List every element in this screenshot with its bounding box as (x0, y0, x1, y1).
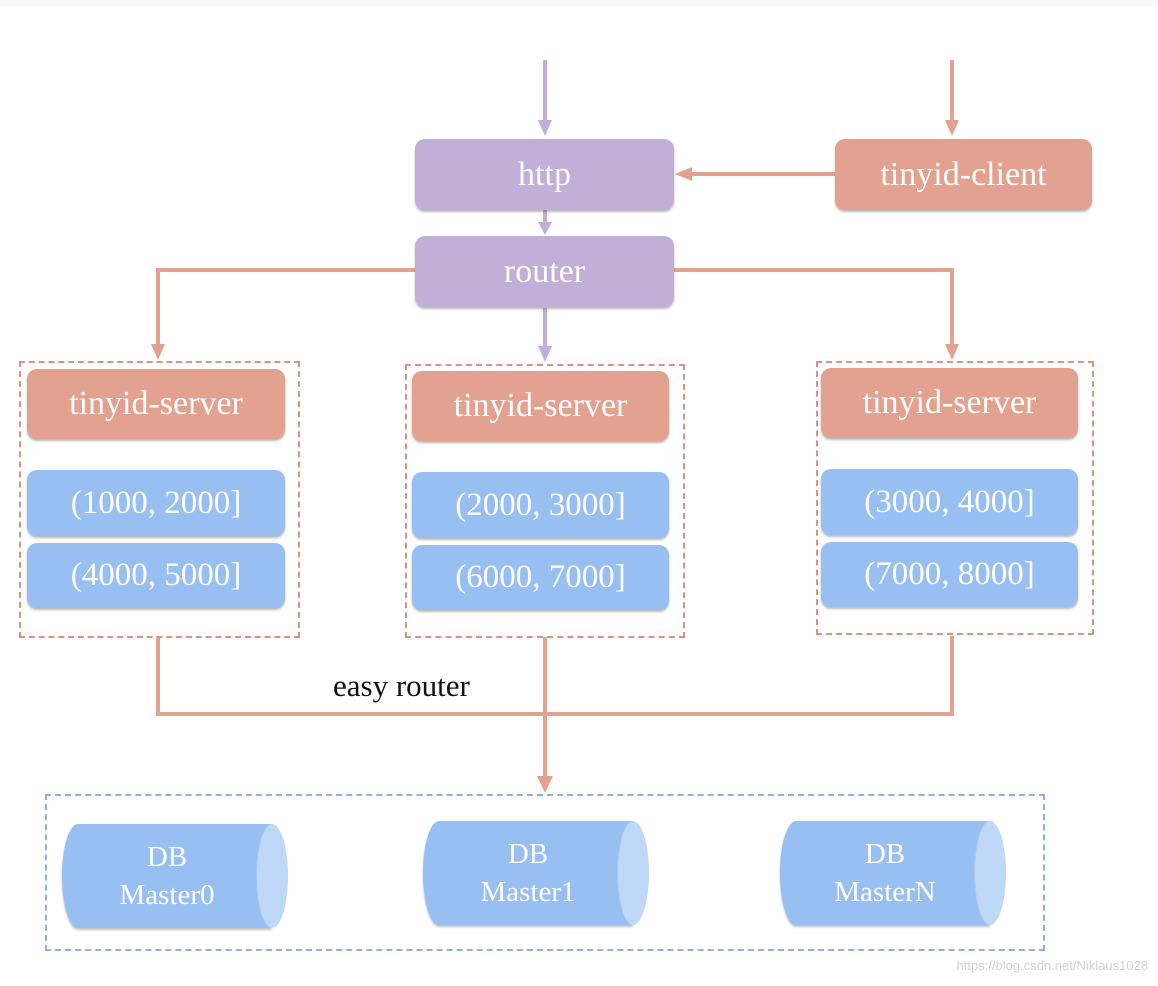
range-0-0-label: (1000, 2000] (70, 484, 242, 521)
tinyid-client-label: tinyid-client (880, 155, 1047, 193)
range-2-1-label: (7000, 8000] (864, 556, 1035, 592)
tinyid-client-node: tinyid-client (835, 139, 1092, 210)
db-master-0-label: DB Master0 (62, 824, 272, 928)
arrow-router-to-server-2 (674, 268, 954, 348)
range-2-0: (3000, 4000] (821, 469, 1078, 535)
db-master-1: DB Master1 (423, 821, 649, 925)
db-master-n-label: DB MasterN (780, 821, 990, 925)
arrowhead-client-to-http (675, 167, 692, 181)
easy-router-label: easy router (333, 668, 470, 703)
db-master-1-line1: DB (507, 838, 549, 870)
range-1-0: (2000, 3000] (412, 472, 669, 538)
tinyid-server-1-label: tinyid-server (453, 387, 628, 424)
arrowhead-into-db-group (537, 776, 553, 793)
range-0-0: (1000, 2000] (27, 470, 285, 536)
arrowhead-router-to-server-2 (945, 344, 959, 360)
http-node: http (415, 139, 674, 210)
range-1-0-label: (2000, 3000] (455, 486, 626, 523)
db-master-0-line2: Master0 (119, 879, 215, 911)
db-master-0-line1: DB (146, 841, 188, 873)
db-master-0: DB Master0 (62, 824, 288, 928)
range-2-0-label: (3000, 4000] (864, 483, 1035, 520)
db-master-1-line2: Master1 (480, 876, 576, 908)
router-node-label: router (503, 252, 586, 290)
db-master-1-label: DB Master1 (423, 821, 633, 925)
arrow-router-to-server-0 (156, 268, 415, 348)
range-1-1: (6000, 7000] (412, 545, 669, 610)
range-2-1: (7000, 8000] (821, 542, 1078, 607)
arrowhead-into-http (538, 120, 552, 136)
bus-server-0 (156, 636, 954, 716)
tinyid-server-2: tinyid-server (821, 368, 1078, 438)
db-master-n-line2: MasterN (834, 876, 936, 908)
router-node: router (415, 236, 674, 307)
arrowhead-into-client (945, 120, 959, 136)
http-node-label: http (518, 155, 571, 193)
watermark: https://blog.csdn.net/Niklaus1028 (956, 958, 1148, 973)
arrowhead-router-to-server-1 (538, 346, 552, 362)
tinyid-server-1: tinyid-server (412, 371, 669, 441)
arrowhead-http-to-router (538, 222, 552, 235)
tinyid-server-0: tinyid-server (27, 369, 285, 439)
tinyid-server-2-label: tinyid-server (862, 384, 1037, 421)
range-0-1-label: (4000, 5000] (70, 557, 242, 593)
arrowhead-router-to-server-0 (151, 344, 165, 360)
tinyid-server-0-label: tinyid-server (69, 385, 243, 422)
db-master-n: DB MasterN (780, 821, 1006, 925)
range-0-1: (4000, 5000] (27, 543, 285, 608)
range-1-1-label: (6000, 7000] (455, 559, 626, 595)
db-master-n-line1: DB (864, 838, 906, 870)
